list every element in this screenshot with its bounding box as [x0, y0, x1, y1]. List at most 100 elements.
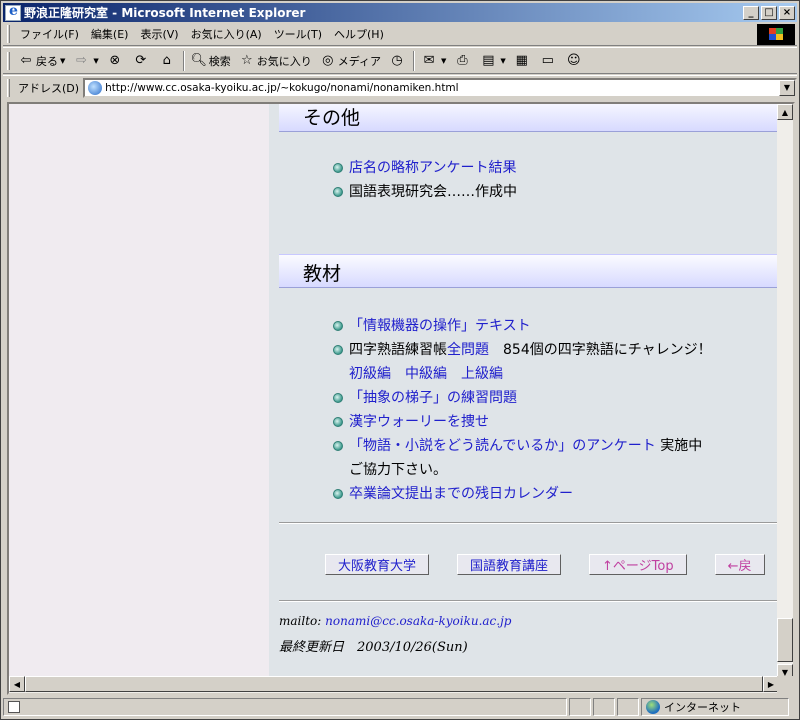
- internet-globe-icon: [646, 700, 660, 714]
- favorites-icon: ☆: [240, 53, 253, 68]
- horizontal-scroll-thumb[interactable]: [25, 676, 763, 692]
- bullet-icon: [333, 489, 343, 499]
- back-nav-button[interactable]: ←戻: [714, 554, 765, 575]
- address-dropdown-icon[interactable]: ▼: [779, 79, 795, 96]
- menu-favorites[interactable]: お気に入り(A): [185, 26, 268, 42]
- bullet-icon: [333, 163, 343, 173]
- scroll-left-icon[interactable]: ◀: [9, 676, 25, 692]
- home-button[interactable]: ⌂: [155, 53, 181, 69]
- research-button[interactable]: ▭: [536, 53, 562, 69]
- refresh-button[interactable]: ⟳: [129, 53, 155, 69]
- back-dropdown-icon[interactable]: ▼: [60, 57, 65, 65]
- menu-tools[interactable]: ツール(T): [268, 26, 328, 42]
- bullet-icon: [333, 441, 343, 451]
- minimize-button[interactable]: _: [743, 5, 759, 20]
- menu-file[interactable]: ファイル(F): [14, 26, 85, 42]
- messenger-button[interactable]: ☺: [562, 53, 588, 69]
- print-button[interactable]: ⎙: [450, 53, 476, 69]
- toolbar-grip[interactable]: [7, 51, 10, 70]
- horizontal-scrollbar[interactable]: ◀ ▶: [9, 676, 779, 693]
- scroll-up-icon[interactable]: ▲: [777, 104, 793, 120]
- advanced-link[interactable]: 上級編: [461, 366, 503, 382]
- level-links: 初級編 中級編 上級編: [349, 362, 712, 386]
- toolbar-separator: [413, 50, 416, 71]
- forward-dropdown-icon[interactable]: ▼: [93, 57, 98, 65]
- mail-button[interactable]: ✉ ▼: [417, 53, 450, 69]
- forward-arrow-icon: ⇨: [75, 53, 87, 68]
- maximize-button[interactable]: □: [761, 5, 777, 20]
- bullet-icon: [333, 393, 343, 403]
- address-bar: アドレス(D) ▼: [3, 75, 797, 99]
- page-top-button[interactable]: ↑ページTop: [589, 554, 687, 575]
- menu-view[interactable]: 表示(V): [134, 26, 184, 42]
- reading-survey-link[interactable]: 「物語・小説をどう読んでいるか」のアンケート: [349, 438, 656, 454]
- in-progress-text: 実施中: [660, 438, 703, 454]
- thesis-calendar-link[interactable]: 卒業論文提出までの残日カレンダー: [349, 486, 573, 502]
- stop-icon: ⊗: [109, 53, 121, 68]
- kokugo-course-button[interactable]: 国語教育講座: [457, 554, 562, 575]
- scroll-corner: [777, 676, 793, 693]
- menu-edit[interactable]: 編集(E): [85, 26, 135, 42]
- zone-label: インターネット: [664, 701, 741, 714]
- page-content: その他 店名の略称アンケート結果 国語表現研究会……作成中 教材 「情報機器の操…: [277, 104, 779, 680]
- osaka-kyoiku-univ-button[interactable]: 大阪教育大学: [325, 554, 430, 575]
- status-bar: インターネット: [3, 697, 797, 717]
- cooperation-text: ご協力下さい。: [349, 462, 447, 478]
- favorites-button[interactable]: ☆ お気に入り: [235, 53, 316, 69]
- standard-toolbar: ⇦ 戻る ▼ ⇨ ▼ ⊗ ⟳ ⌂ 🔍︎ 検索 ☆ お気に入り ◎ メディア ◷ …: [3, 47, 797, 74]
- materials-list: 「情報機器の操作」テキスト 四字熟語練習帳全問題 854個の四字熟語にチャレンジ…: [333, 314, 712, 506]
- info-device-text-link[interactable]: 「情報機器の操作」テキスト: [349, 318, 531, 334]
- back-label: 戻る: [36, 54, 58, 68]
- windows-logo-icon: [757, 23, 795, 45]
- forward-button[interactable]: ⇨ ▼: [69, 53, 102, 69]
- status-cell: [593, 698, 615, 716]
- list-item: 「抽象の梯子」の練習問題: [333, 386, 712, 410]
- history-button[interactable]: ◷: [385, 53, 411, 69]
- media-icon: ◎: [322, 53, 334, 68]
- address-field[interactable]: ▼: [83, 77, 797, 98]
- discuss-button[interactable]: ▦: [510, 53, 536, 69]
- stop-button[interactable]: ⊗: [103, 53, 129, 69]
- yoji-challenge-text: 854個の四字熟語にチャレンジ！: [503, 342, 712, 358]
- beginner-link[interactable]: 初級編: [349, 366, 391, 382]
- shop-abbrev-survey-link[interactable]: 店名の略称アンケート結果: [349, 160, 516, 176]
- mailto-label: mailto:: [279, 614, 322, 628]
- list-item: 「情報機器の操作」テキスト: [333, 314, 712, 338]
- vertical-scroll-thumb[interactable]: [777, 618, 793, 662]
- kanji-wally-link[interactable]: 漢字ウォーリーを捜せ: [349, 414, 489, 430]
- title-bar: 野浪正隆研究室 - Microsoft Internet Explorer _ …: [3, 3, 797, 22]
- search-button[interactable]: 🔍︎ 検索: [187, 53, 235, 69]
- mailto-link[interactable]: nonami@cc.osaka-kyoiku.ac.jp: [325, 614, 511, 628]
- mail-dropdown-icon[interactable]: ▼: [441, 57, 446, 65]
- mail-icon: ✉: [423, 53, 435, 68]
- back-button[interactable]: ⇦ 戻る ▼: [14, 53, 69, 69]
- abstraction-ladder-link[interactable]: 「抽象の梯子」の練習問題: [349, 390, 517, 406]
- close-button[interactable]: ×: [779, 5, 795, 20]
- section-title-materials: 教材: [303, 263, 342, 285]
- section-header-materials: 教材: [279, 254, 779, 288]
- all-questions-link[interactable]: 全問題: [447, 342, 489, 358]
- list-item: 店名の略称アンケート結果: [333, 156, 517, 180]
- home-icon: ⌂: [162, 53, 171, 68]
- address-input[interactable]: [105, 81, 776, 94]
- address-grip[interactable]: [7, 78, 10, 97]
- search-label: 検索: [208, 54, 231, 68]
- search-icon: 🔍︎: [190, 53, 208, 68]
- list-item: 国語表現研究会……作成中: [333, 180, 517, 204]
- zone-cell: インターネット: [641, 698, 789, 716]
- nav-buttons: 大阪教育大学 国語教育講座 ↑ページTop ←戻: [325, 554, 765, 575]
- divider: [279, 522, 779, 524]
- media-button[interactable]: ◎ メディア: [316, 53, 385, 69]
- edit-icon: ▤: [482, 53, 495, 68]
- intermediate-link[interactable]: 中級編: [405, 366, 447, 382]
- messenger-icon: ☺: [567, 53, 581, 68]
- menu-grip[interactable]: [7, 25, 10, 43]
- status-text-cell: [3, 698, 567, 716]
- ie-icon: [5, 3, 21, 21]
- menu-help[interactable]: ヘルプ(H): [328, 26, 390, 42]
- edit-dropdown-icon[interactable]: ▼: [500, 57, 505, 65]
- section-header-other: その他: [279, 104, 779, 132]
- vertical-scrollbar[interactable]: ▲ ▼: [777, 104, 793, 680]
- edit-button[interactable]: ▤ ▼: [476, 53, 509, 69]
- yoji-drill-label: 四字熟語練習帳: [349, 342, 447, 358]
